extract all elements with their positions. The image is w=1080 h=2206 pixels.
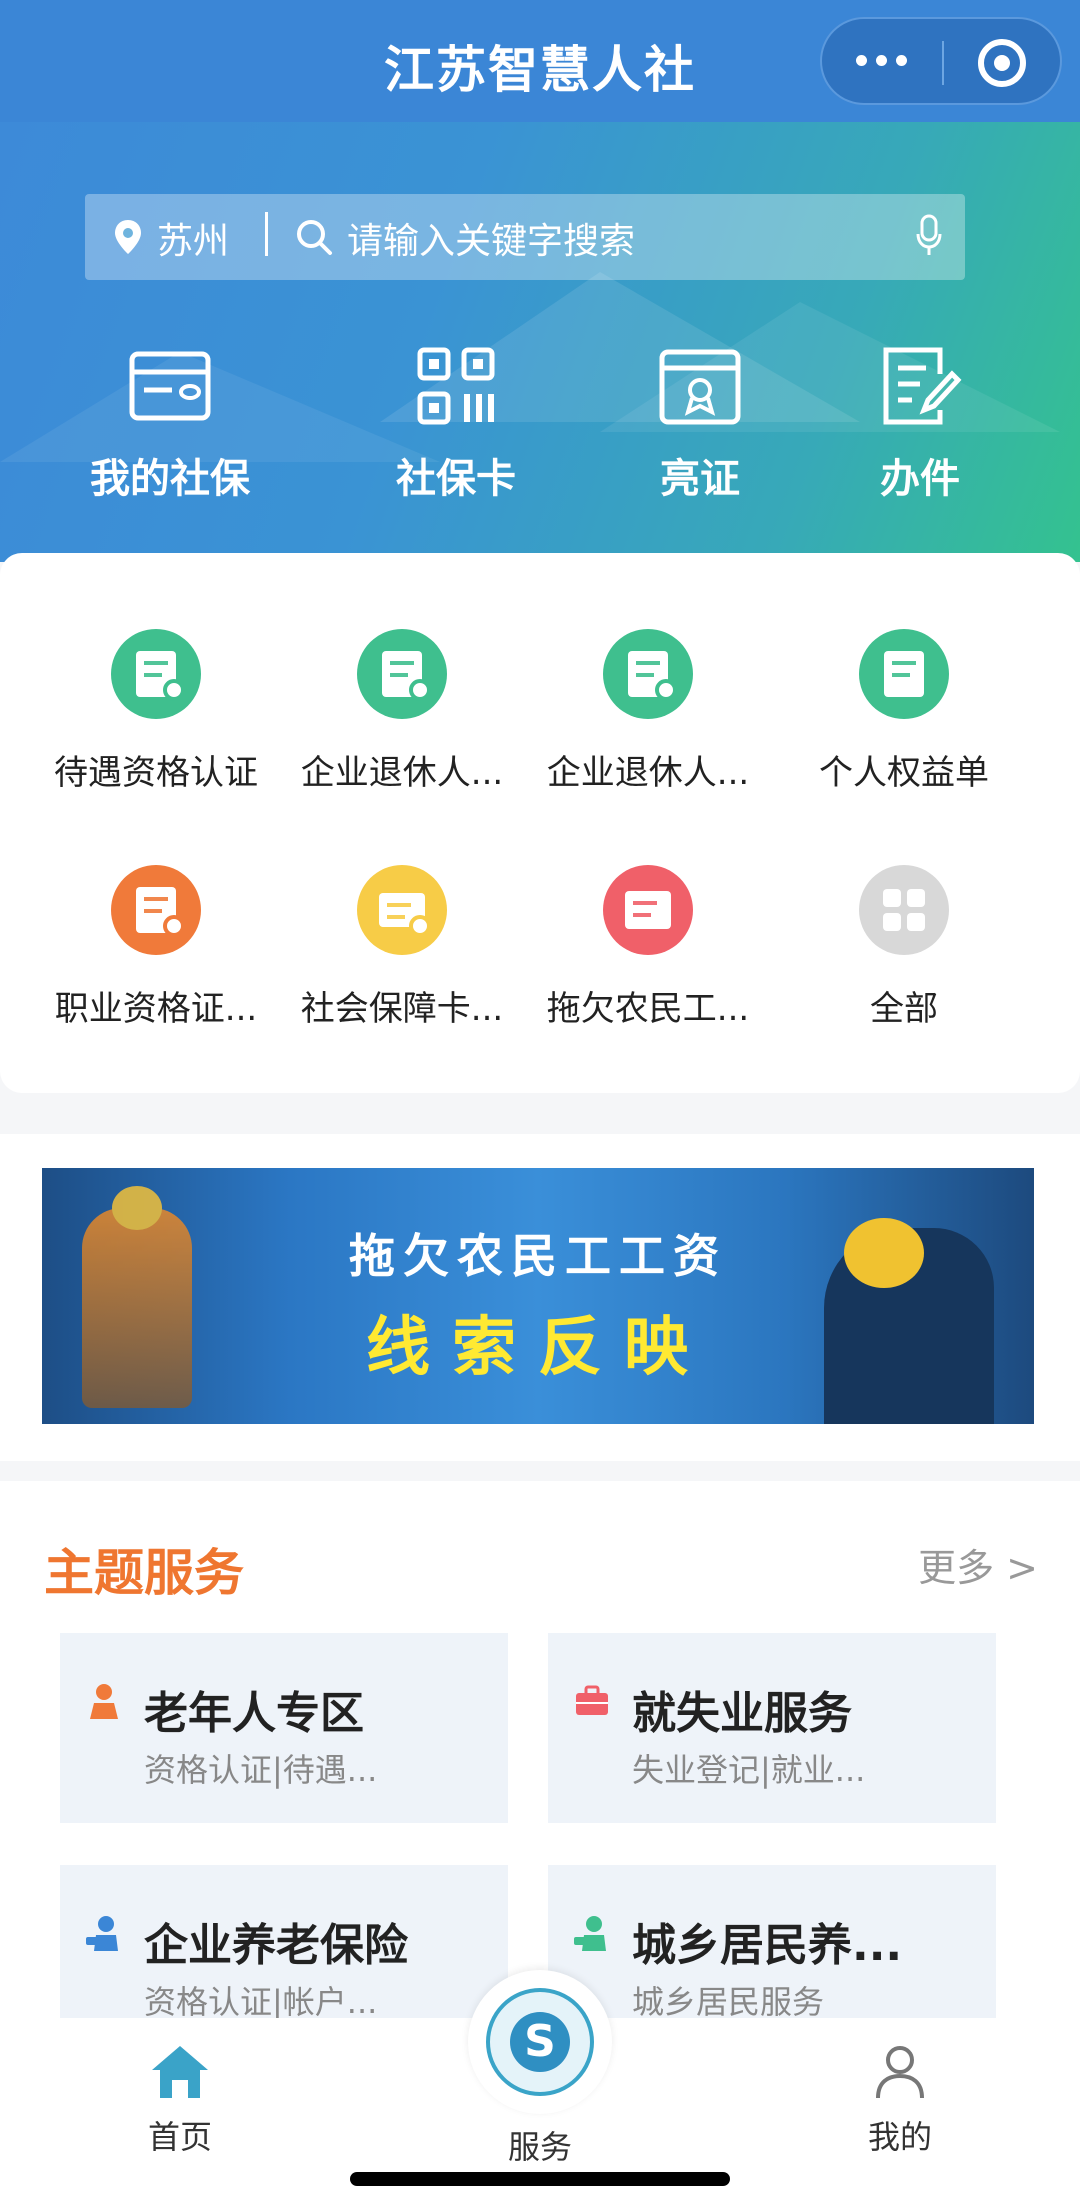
capsule-divider <box>942 41 944 85</box>
nav-bar: 江苏智慧人社 <box>0 0 1080 122</box>
service-unpaid-wages[interactable]: 拖欠农民工... <box>524 865 772 1030</box>
unpaid-wages-banner[interactable]: 拖欠农民工工资 线索反映 <box>42 1168 1034 1424</box>
service-vocational-certificate[interactable]: 职业资格证... <box>32 865 280 1030</box>
theme-card-title: 企业养老保险 <box>144 1920 408 1971</box>
certificate-search-icon <box>111 865 201 955</box>
service-retiree-query-2[interactable]: 企业退休人... <box>524 629 772 794</box>
social-security-card-icon <box>129 351 211 421</box>
quick-action-label: 亮证 <box>660 456 740 502</box>
elderly-icon <box>90 1684 118 1719</box>
home-icon <box>152 2046 208 2098</box>
service-badge[interactable] <box>468 1970 612 2114</box>
theme-card-subtitle: 失业登记|就业... <box>632 1751 866 1789</box>
theme-card-subtitle: 资格认证|待遇... <box>144 1751 378 1789</box>
service-label: 待遇资格认证 <box>54 753 258 793</box>
more-link[interactable]: 更多 > <box>918 1537 1038 1592</box>
city-selector[interactable]: 苏州 <box>157 212 229 264</box>
miniprogram-capsule <box>820 17 1062 105</box>
service-logo-icon <box>486 1988 594 2096</box>
tab-mine[interactable]: 我的 <box>800 2044 1000 2158</box>
hero-section: 苏州 请输入关键字搜索 我的社保 社保卡 亮证 办件 <box>0 122 1080 562</box>
service-label: 拖欠农民工... <box>546 989 750 1029</box>
service-grid: 待遇资格认证 企业退休人... 企业退休人... 个人权益单 职业资格证... … <box>0 553 1080 1093</box>
theme-card-elderly[interactable]: 老年人专区 资格认证|待遇... <box>60 1633 508 1823</box>
quick-action-social-card[interactable]: 社保卡 <box>346 344 566 504</box>
search-input[interactable]: 请输入关键字搜索 <box>347 212 635 264</box>
service-label: 职业资格证... <box>54 989 258 1029</box>
search-divider <box>265 212 268 256</box>
service-label: 企业退休人... <box>300 753 504 793</box>
tab-home[interactable]: 首页 <box>80 2044 280 2158</box>
microphone-icon[interactable] <box>915 214 943 258</box>
theme-services-section: 主题服务 更多 > 老年人专区 资格认证|待遇... 就失业服务 失业登记|就业… <box>0 1481 1080 2055</box>
quick-action-processing[interactable]: 办件 <box>810 344 1030 504</box>
service-personal-rights-statement[interactable]: 个人权益单 <box>780 629 1028 794</box>
location-pin-icon[interactable] <box>113 218 143 256</box>
close-miniprogram-icon[interactable] <box>978 39 1026 87</box>
quick-action-my-social-security[interactable]: 我的社保 <box>60 344 280 504</box>
quick-action-label: 我的社保 <box>90 456 250 502</box>
qualification-icon <box>111 629 201 719</box>
tab-service[interactable]: 服务 <box>440 2122 640 2168</box>
service-label: 企业退休人... <box>546 753 750 793</box>
grid-icon <box>859 865 949 955</box>
theme-card-subtitle: 资格认证|帐户... <box>144 1983 378 2021</box>
certificate-icon <box>659 349 741 425</box>
service-label: 个人权益单 <box>819 753 989 793</box>
search-bar[interactable]: 苏州 请输入关键字搜索 <box>85 194 965 280</box>
service-label: 社会保障卡... <box>300 989 504 1029</box>
quick-action-show-certificate[interactable]: 亮证 <box>590 344 810 504</box>
profile-icon <box>876 2046 924 2099</box>
quick-action-label: 办件 <box>880 456 960 502</box>
banner-section: 拖欠农民工工资 线索反映 <box>0 1134 1080 1461</box>
retiree-search-icon <box>357 629 447 719</box>
service-label: 全部 <box>870 989 938 1029</box>
inbox-icon <box>603 865 693 955</box>
theme-card-title: 城乡居民养... <box>632 1920 903 1971</box>
more-icon[interactable] <box>856 55 907 66</box>
tab-label: 服务 <box>507 2128 572 2166</box>
quick-action-label: 社保卡 <box>396 456 516 502</box>
resident-pension-icon <box>574 1916 606 1951</box>
service-social-security-card[interactable]: 社会保障卡... <box>278 865 526 1030</box>
theme-card-title: 就失业服务 <box>632 1688 852 1739</box>
clipboard-icon <box>859 629 949 719</box>
tab-label: 首页 <box>147 2118 212 2156</box>
theme-card-subtitle: 城乡居民服务 <box>632 1983 825 2021</box>
service-retiree-query-1[interactable]: 企业退休人... <box>278 629 526 794</box>
card-check-icon <box>357 865 447 955</box>
tab-label: 我的 <box>867 2118 932 2156</box>
enterprise-pension-icon <box>86 1916 118 1951</box>
edit-document-icon <box>883 347 962 425</box>
qr-code-icon <box>417 347 495 425</box>
theme-card-title: 老年人专区 <box>144 1688 364 1739</box>
banner-title: 拖欠农民工工资 <box>349 1229 727 1283</box>
service-all[interactable]: 全部 <box>780 865 1028 1030</box>
home-indicator <box>350 2172 730 2186</box>
theme-card-employment[interactable]: 就失业服务 失业登记|就业... <box>548 1633 996 1823</box>
search-icon <box>297 220 332 255</box>
retiree-search-icon <box>603 629 693 719</box>
service-qualification-certification[interactable]: 待遇资格认证 <box>32 629 280 794</box>
section-title: 主题服务 <box>44 1544 244 1602</box>
banner-subtitle: 线索反映 <box>366 1310 710 1385</box>
briefcase-icon <box>576 1685 608 1715</box>
